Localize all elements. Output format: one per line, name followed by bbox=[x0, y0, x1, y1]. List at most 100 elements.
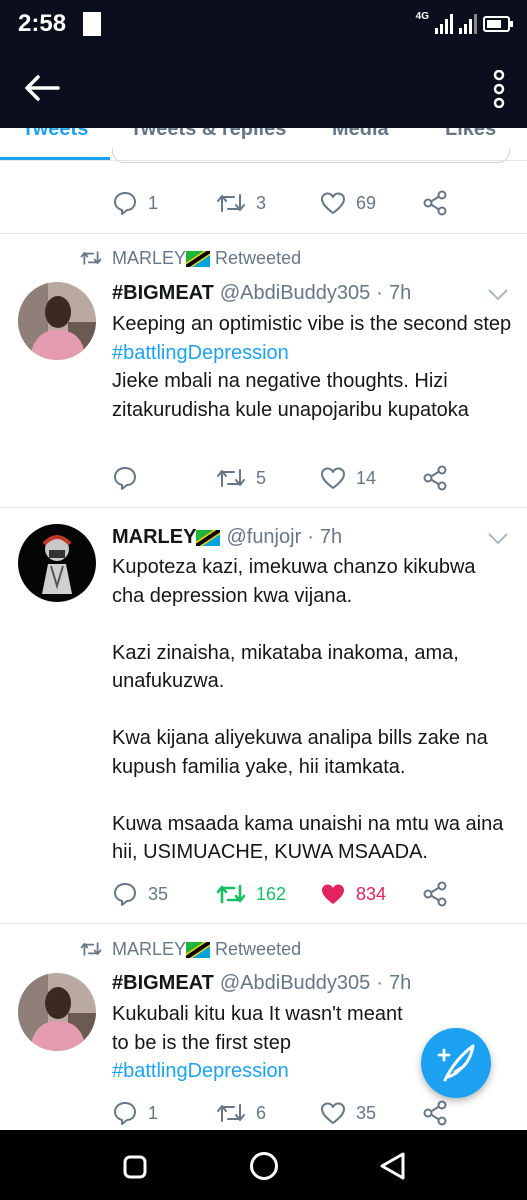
tweet-actions: 35 162 834 bbox=[112, 879, 452, 909]
tweet-time: 7h bbox=[319, 526, 343, 548]
separator-dot: · bbox=[376, 972, 383, 994]
tweet-paragraph: Kazi zinaisha, mikataba inakoma, ama, un… bbox=[112, 641, 459, 693]
tweet-time: 7h bbox=[388, 282, 412, 304]
chevron-down-icon[interactable] bbox=[487, 532, 509, 546]
share-button[interactable] bbox=[422, 879, 448, 909]
more-options-icon[interactable] bbox=[493, 70, 505, 108]
retweet-icon bbox=[217, 1104, 245, 1122]
tweet-paragraph: Kupoteza kazi, imekuwa chanzo kikubwa ch… bbox=[112, 556, 476, 607]
retweeted-label: Retweeted bbox=[215, 247, 302, 268]
like-count: 69 bbox=[356, 192, 377, 213]
like-button[interactable]: 35 bbox=[320, 1098, 376, 1128]
chevron-down-icon[interactable] bbox=[487, 288, 509, 302]
avatar[interactable] bbox=[18, 524, 96, 602]
home-icon[interactable] bbox=[248, 1150, 280, 1182]
retweet-count: 162 bbox=[256, 883, 287, 904]
share-button[interactable] bbox=[422, 188, 448, 218]
retweet-button-active[interactable]: 162 bbox=[216, 879, 286, 909]
compose-tweet-button[interactable] bbox=[421, 1028, 491, 1098]
tweet-actions: 1 6 35 bbox=[112, 1098, 452, 1128]
signal-icon-2 bbox=[459, 14, 477, 34]
share-icon bbox=[423, 190, 447, 216]
display-name[interactable]: MARLEY bbox=[112, 526, 221, 549]
user-handle[interactable]: @AbdiBuddy305 bbox=[220, 972, 370, 995]
separator-dot: · bbox=[376, 282, 383, 304]
retweet-button[interactable]: 6 bbox=[216, 1098, 266, 1128]
status-time: 2:58 bbox=[18, 10, 67, 37]
retweet-small-icon bbox=[80, 251, 102, 265]
like-count: 834 bbox=[356, 883, 387, 904]
divider bbox=[0, 233, 527, 234]
signal-icon bbox=[435, 14, 453, 34]
tab-media[interactable]: Media bbox=[332, 128, 389, 141]
quoted-card-edge bbox=[112, 148, 510, 163]
tanzania-flag-icon bbox=[196, 529, 221, 546]
tweet-paragraph: Kwa kijana aliyekuwa analipa bills zake … bbox=[112, 727, 488, 778]
reply-button[interactable] bbox=[112, 463, 148, 493]
display-name[interactable]: #BIGMEAT bbox=[112, 282, 214, 305]
like-button[interactable]: 14 bbox=[320, 463, 376, 493]
share-button[interactable] bbox=[422, 463, 448, 493]
tweet-paragraph: Kuwa msaada kama unaishi na mtu wa aina … bbox=[112, 812, 504, 864]
display-name-text: MARLEY bbox=[112, 526, 197, 548]
user-handle[interactable]: @AbdiBuddy305 bbox=[220, 282, 370, 305]
retweet-icon bbox=[216, 884, 246, 904]
share-icon bbox=[423, 465, 447, 491]
retweet-indicator: MARLEY Retweeted bbox=[80, 245, 301, 271]
tweet-text: Kupoteza kazi, imekuwa chanzo kikubwa ch… bbox=[112, 553, 512, 867]
heart-filled-icon bbox=[322, 884, 344, 904]
heart-icon bbox=[321, 192, 345, 214]
reply-icon bbox=[114, 883, 136, 906]
like-button-active[interactable]: 834 bbox=[320, 879, 386, 909]
divider bbox=[0, 923, 527, 924]
tweet-header: MARLEY @funjojr · 7h bbox=[112, 526, 342, 549]
display-name[interactable]: #BIGMEAT bbox=[112, 972, 214, 995]
retweet-indicator: MARLEY Retweeted bbox=[80, 936, 301, 962]
hashtag-link[interactable]: #battlingDepression bbox=[112, 339, 512, 368]
share-button[interactable] bbox=[422, 1098, 448, 1128]
tweet-text-line: Jieke mbali na negative thoughts. Hizi z… bbox=[112, 370, 469, 421]
heart-icon bbox=[321, 1102, 345, 1124]
reply-icon bbox=[114, 192, 136, 215]
avatar-photo bbox=[18, 973, 96, 1051]
reply-button[interactable]: 35 bbox=[112, 879, 168, 909]
retweeted-label: Retweeted bbox=[215, 938, 302, 959]
tweet-text-line: Keeping an optimistic vibe is the second… bbox=[112, 313, 512, 335]
retweeter-name[interactable]: MARLEY bbox=[112, 248, 186, 268]
tab-active-indicator bbox=[0, 157, 110, 160]
compose-feather-icon bbox=[437, 1044, 475, 1082]
hashtag-link[interactable]: #battlingDepression bbox=[112, 1057, 412, 1086]
tab-tweets[interactable]: Tweets bbox=[22, 128, 88, 141]
like-button[interactable]: 69 bbox=[320, 188, 376, 218]
reply-button[interactable]: 1 bbox=[112, 1098, 158, 1128]
like-count: 35 bbox=[356, 1102, 377, 1123]
retweeter-name[interactable]: MARLEY bbox=[112, 939, 186, 959]
tweet-time: 7h bbox=[388, 972, 412, 994]
avatar[interactable] bbox=[18, 282, 96, 360]
recent-apps-icon[interactable] bbox=[122, 1154, 148, 1180]
retweet-button[interactable]: 5 bbox=[216, 463, 266, 493]
reply-button[interactable]: 1 bbox=[112, 188, 158, 218]
divider bbox=[0, 507, 527, 508]
retweet-button[interactable]: 3 bbox=[216, 188, 266, 218]
retweet-icon bbox=[217, 469, 245, 487]
notification-icon bbox=[83, 12, 101, 36]
tweet-text: Keeping an optimistic vibe is the second… bbox=[112, 310, 512, 424]
like-count: 14 bbox=[356, 467, 377, 488]
tweet-actions: 5 14 bbox=[112, 463, 452, 493]
share-icon bbox=[423, 881, 447, 907]
tweet-header: #BIGMEAT @AbdiBuddy305 · 7h bbox=[112, 282, 411, 305]
tweet-text: Kukubali kitu kua It wasn't meant to be … bbox=[112, 1000, 412, 1086]
avatar[interactable] bbox=[18, 973, 96, 1051]
retweet-count: 3 bbox=[256, 192, 267, 213]
back-arrow-icon[interactable] bbox=[22, 72, 62, 104]
app-bar bbox=[0, 48, 527, 128]
retweet-small-icon bbox=[80, 942, 102, 956]
tweet-text-line: Kukubali kitu kua It wasn't meant to be … bbox=[112, 1003, 403, 1054]
user-handle[interactable]: @funjojr bbox=[226, 526, 301, 549]
tab-likes[interactable]: Likes bbox=[445, 128, 496, 141]
tab-tweets-replies[interactable]: Tweets & replies bbox=[130, 128, 286, 141]
back-triangle-icon[interactable] bbox=[377, 1150, 407, 1182]
status-bar: 2:58 4G bbox=[0, 0, 527, 48]
retweet-icon bbox=[217, 194, 245, 212]
